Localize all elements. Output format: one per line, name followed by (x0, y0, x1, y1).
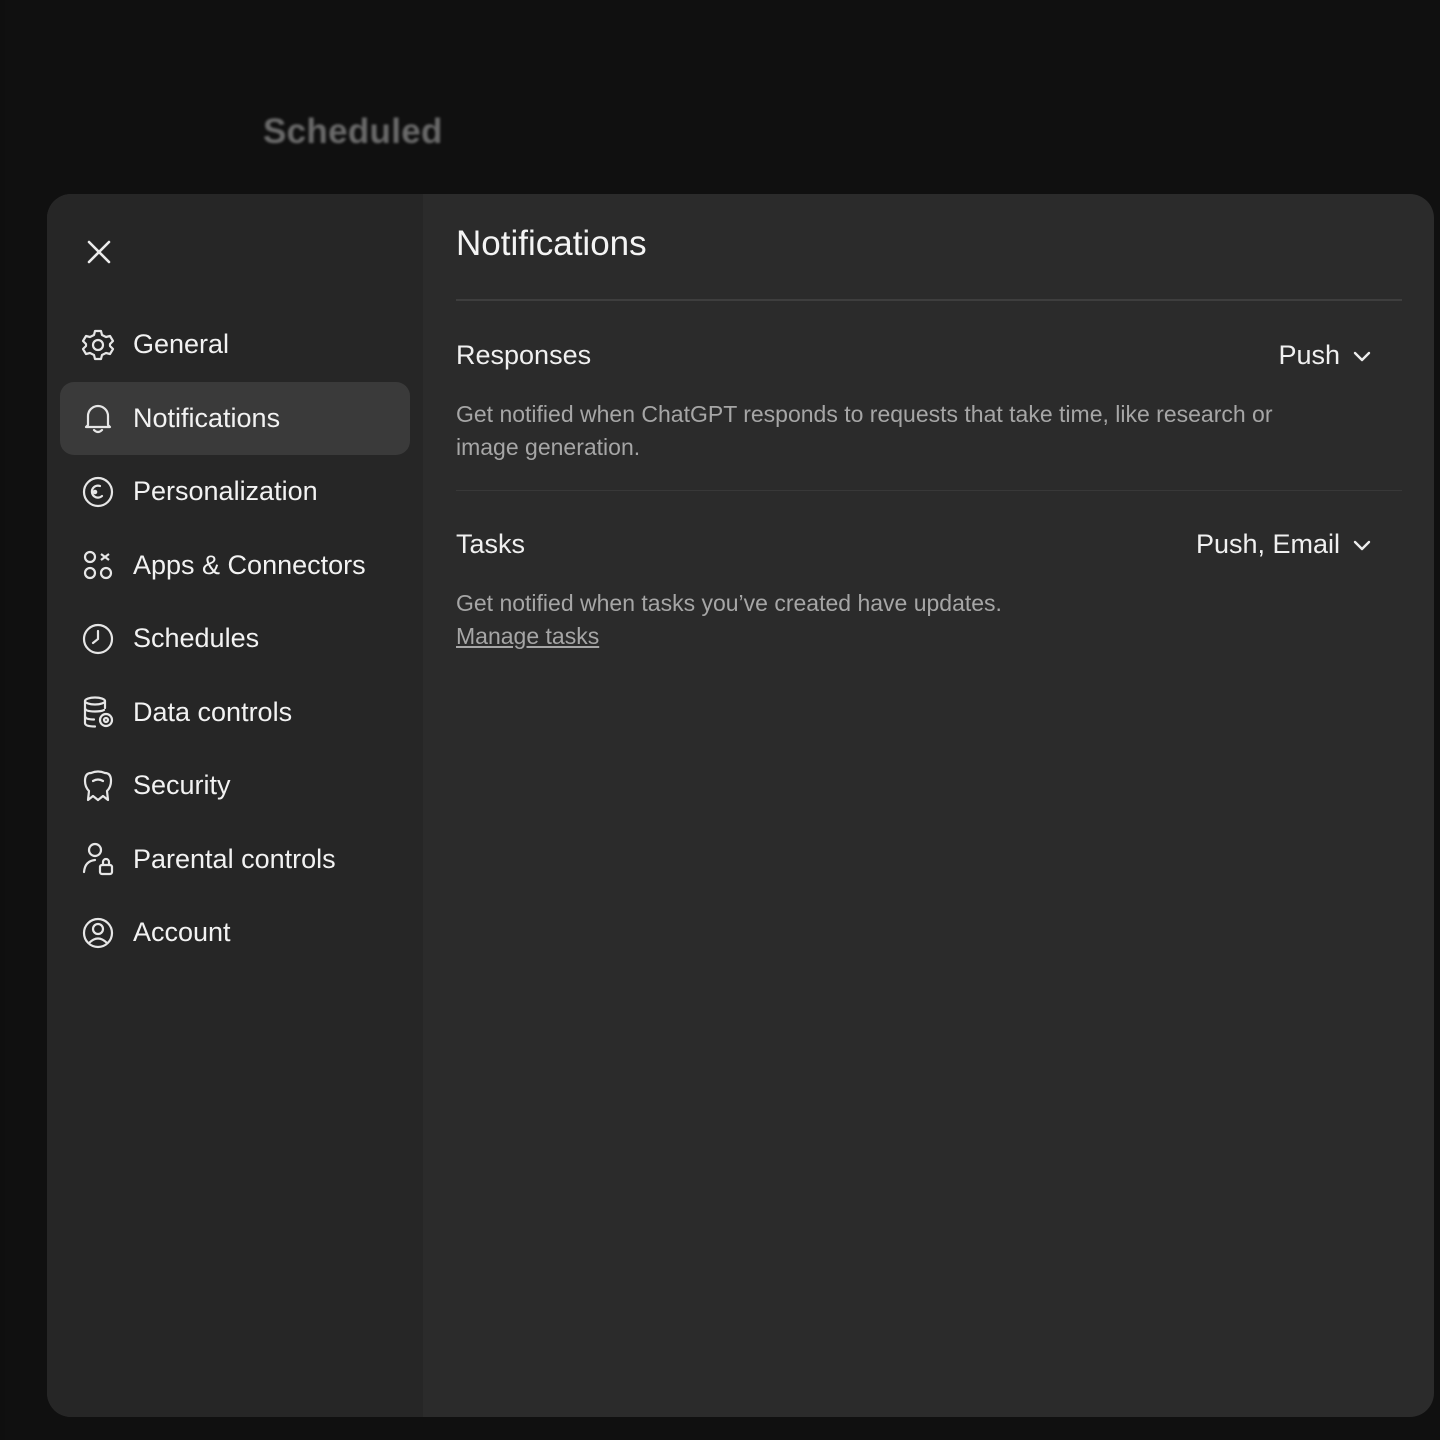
database-icon (81, 694, 117, 730)
responses-title: Responses (456, 340, 592, 370)
sidebar-item-parental-controls[interactable]: Parental controls (60, 823, 410, 897)
sidebar-item-apps-connectors[interactable]: Apps & Connectors (60, 529, 410, 603)
settings-sidebar: General Notifications Personalization Ap… (47, 194, 423, 1417)
sidebar-item-label: General (133, 329, 230, 360)
settings-modal: General Notifications Personalization Ap… (47, 194, 1434, 1417)
page-title: Notifications (456, 224, 647, 263)
background-page-title: Scheduled (263, 112, 443, 151)
sidebar-item-account[interactable]: Account (60, 896, 410, 970)
sidebar-item-label: Data controls (133, 696, 293, 727)
account-icon (81, 915, 117, 951)
apps-icon (81, 547, 117, 583)
sidebar-item-data-controls[interactable]: Data controls (60, 676, 410, 750)
responses-dropdown[interactable]: Push (1278, 340, 1372, 371)
sidebar-item-label: Personalization (133, 476, 318, 507)
title-divider (456, 299, 1402, 301)
tasks-description-block: Get notified when tasks you’ve created h… (456, 587, 1276, 653)
tasks-title: Tasks (456, 529, 526, 559)
tasks-dropdown[interactable]: Push, Email (1196, 529, 1372, 560)
gear-icon (81, 327, 117, 363)
tasks-dropdown-value: Push, Email (1195, 529, 1340, 559)
chevron-down-icon (1352, 535, 1372, 555)
section-divider (456, 490, 1402, 491)
sidebar-item-security[interactable]: Security (60, 749, 410, 823)
settings-nav: General Notifications Personalization Ap… (60, 308, 410, 970)
sidebar-item-label: Parental controls (133, 843, 336, 874)
sidebar-item-label: Notifications (133, 402, 281, 433)
sidebar-item-schedules[interactable]: Schedules (60, 602, 410, 676)
sidebar-item-notifications[interactable]: Notifications (60, 381, 410, 455)
settings-content: Notifications Responses Push Get notifie… (456, 194, 1402, 1417)
close-icon (87, 240, 111, 264)
sidebar-item-label: Security (133, 770, 231, 801)
sidebar-item-label: Schedules (133, 623, 260, 654)
sidebar-item-label: Apps & Connectors (133, 549, 366, 580)
responses-setting: Responses Push Get notified when ChatGPT… (456, 340, 1402, 490)
sidebar-item-general[interactable]: General (60, 308, 410, 382)
sidebar-item-label: Account (133, 917, 231, 948)
clock-icon (81, 621, 117, 657)
bell-icon (81, 400, 117, 436)
tasks-setting: Tasks Push, Email Get notified when task… (456, 529, 1402, 669)
parental-icon (81, 841, 117, 877)
personalization-icon (81, 474, 117, 510)
security-icon (81, 768, 117, 804)
sidebar-item-personalization[interactable]: Personalization (60, 455, 410, 529)
manage-tasks-link[interactable]: Manage tasks (456, 620, 599, 653)
responses-description: Get notified when ChatGPT responds to re… (456, 401, 1273, 460)
chevron-down-icon (1352, 346, 1372, 366)
close-button[interactable] (77, 230, 121, 274)
tasks-description: Get notified when tasks you’ve created h… (456, 590, 1002, 616)
responses-dropdown-value: Push (1278, 340, 1340, 370)
